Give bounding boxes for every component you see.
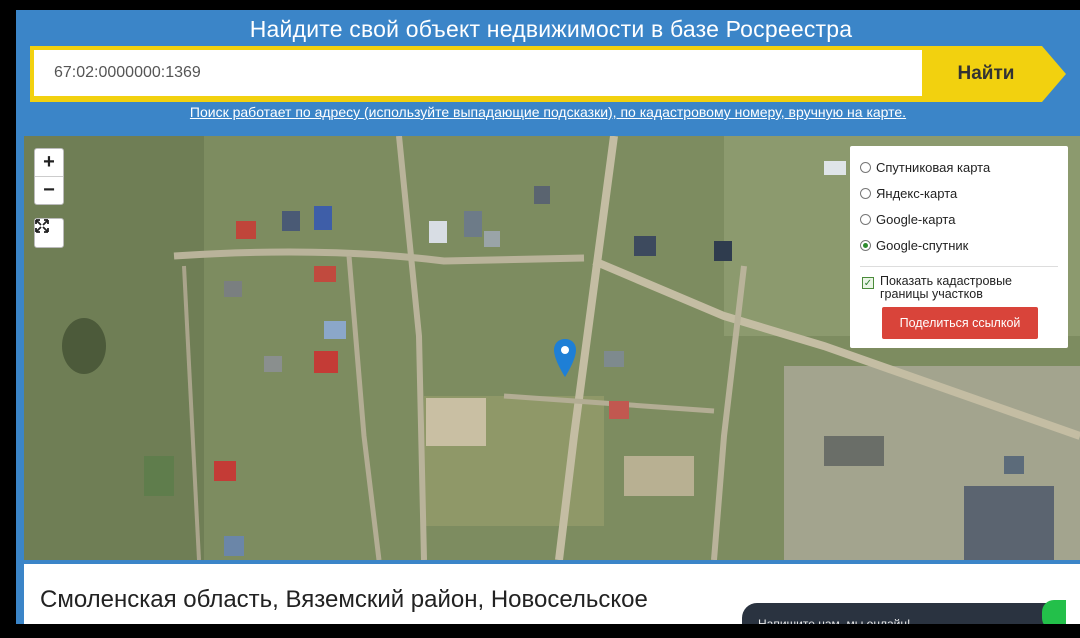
zoom-in-button[interactable]: +	[35, 149, 63, 176]
cadastral-borders-label: Показать кадастровые границы участков	[880, 274, 1013, 301]
avito-watermark: Avito	[890, 558, 1021, 602]
divider	[860, 266, 1058, 267]
rosreestr-widget: Найдите свой объект недвижимости в базе …	[16, 10, 1080, 624]
cadastral-search-input[interactable]	[34, 50, 922, 96]
layer-option-label: Google-спутник	[876, 237, 969, 253]
search-hint-link[interactable]: Поиск работает по адресу (используйте вы…	[16, 104, 1080, 120]
map-pin-icon[interactable]	[553, 338, 577, 378]
satellite-map[interactable]: + − Спутниковая карта Яндекс-карта Googl…	[24, 136, 1080, 560]
checkbox-checked-icon[interactable]: ✓	[862, 277, 874, 289]
search-bar: Найти	[30, 46, 1066, 102]
layer-option-google-satellite[interactable]: Google-спутник	[860, 232, 1058, 258]
radio-selected-icon[interactable]	[860, 239, 871, 251]
layer-option-google-map[interactable]: Google-карта	[860, 206, 1058, 232]
share-link-button[interactable]: Поделиться ссылкой	[882, 307, 1038, 339]
bottom-letterbox	[0, 624, 1080, 638]
avito-logo-icon	[895, 566, 924, 595]
object-address: Смоленская область, Вяземский район, Нов…	[40, 586, 648, 613]
layer-option-label: Google-карта	[876, 211, 956, 227]
cadastral-borders-toggle[interactable]: ✓ Показать кадастровые границы участков	[860, 275, 1058, 301]
fullscreen-button[interactable]	[34, 218, 64, 248]
avito-watermark-text: Avito	[932, 559, 1021, 600]
find-button[interactable]: Найти	[930, 46, 1042, 102]
find-button-arrow[interactable]	[1042, 46, 1066, 102]
layer-option-label: Яндекс-карта	[876, 185, 958, 201]
page-title: Найдите свой объект недвижимости в базе …	[249, 16, 853, 42]
zoom-controls: + −	[34, 148, 64, 205]
search-input-wrapper	[30, 46, 934, 102]
layer-option-satellite[interactable]: Спутниковая карта	[860, 154, 1058, 180]
zoom-out-button[interactable]: −	[35, 176, 63, 204]
expand-icon	[35, 219, 49, 233]
radio-icon[interactable]	[860, 213, 871, 225]
map-layer-panel: Спутниковая карта Яндекс-карта Google-ка…	[850, 146, 1068, 348]
layer-option-label: Спутниковая карта	[876, 159, 991, 175]
radio-icon[interactable]	[860, 187, 871, 199]
radio-icon[interactable]	[860, 161, 871, 173]
layer-option-yandex[interactable]: Яндекс-карта	[860, 180, 1058, 206]
top-letterbox	[0, 0, 1080, 10]
